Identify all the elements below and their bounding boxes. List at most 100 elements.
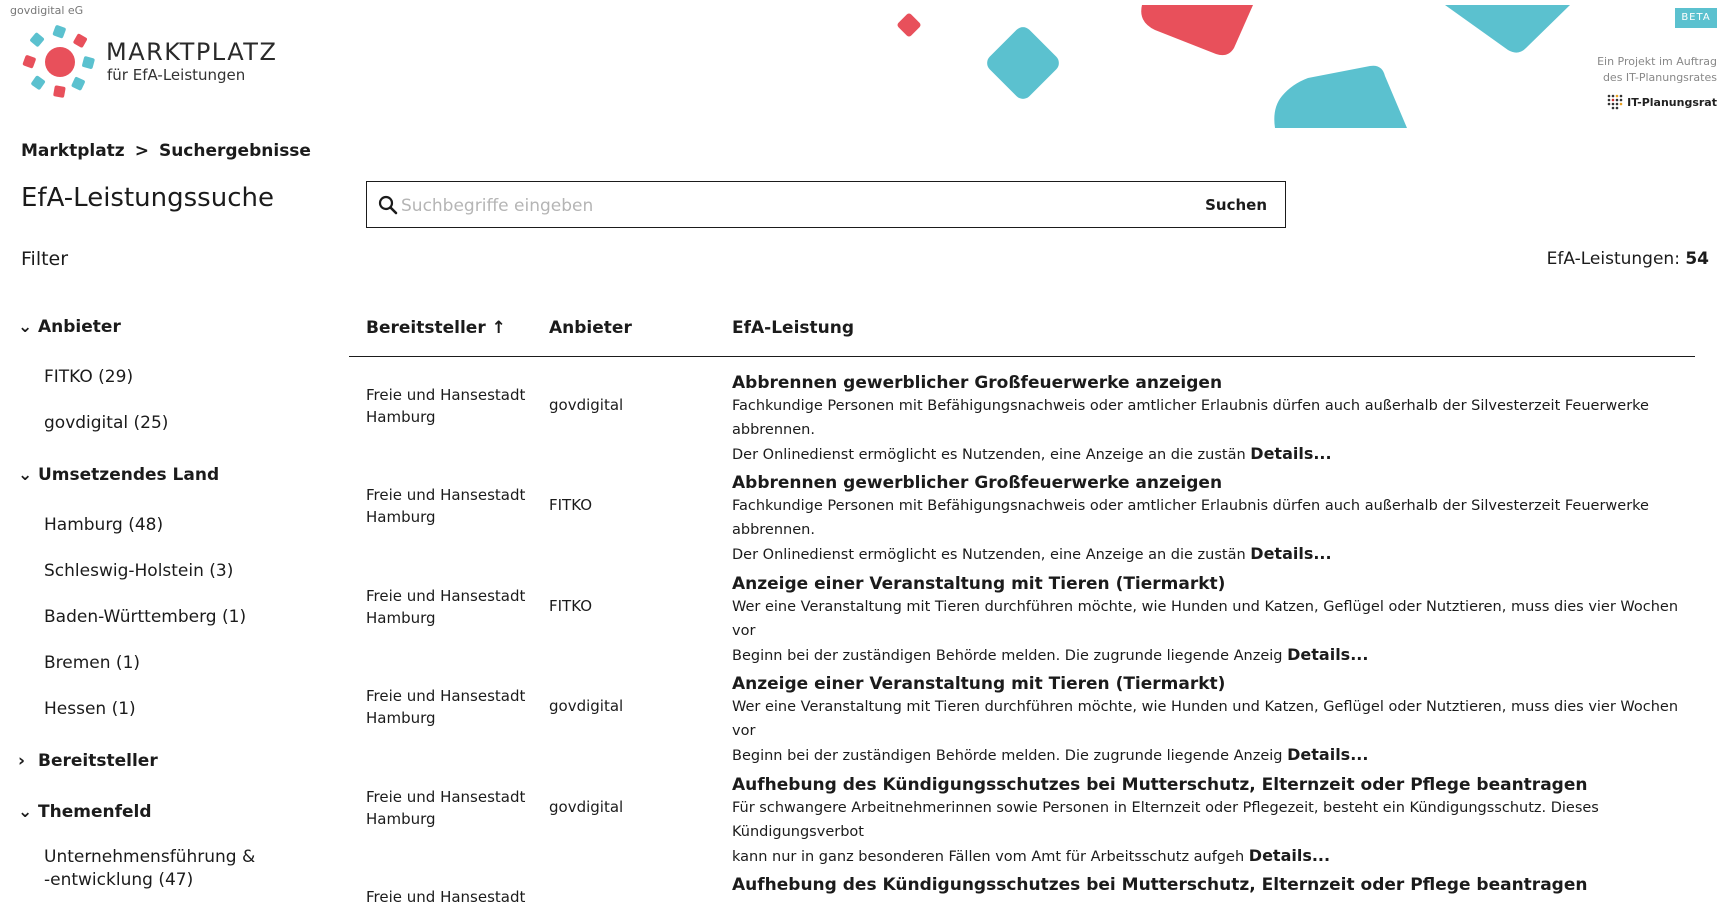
- chevron-down-icon: ⌄: [18, 802, 33, 822]
- details-link[interactable]: Details...: [1249, 846, 1330, 865]
- provider-line: Freie und Hansestadt: [366, 486, 526, 504]
- decorative-shapes: [897, 5, 1407, 128]
- details-link[interactable]: Details...: [1287, 645, 1368, 664]
- result-count: EfA-Leistungen: 54: [1547, 249, 1709, 269]
- description-line: Wer eine Veranstaltung mit Tieren durchf…: [732, 699, 1679, 739]
- description-line: Fachkundige Personen mit Befähigungsnach…: [732, 398, 1649, 438]
- provider-line: Hamburg: [366, 508, 436, 526]
- service-description: Für schwangere Arbeitnehmerinnen sowie P…: [732, 796, 1682, 869]
- cell-bereitsteller: Freie und Hansestadt Hamburg: [366, 484, 526, 528]
- provider-line: Hamburg: [366, 408, 436, 426]
- service-description: Wer eine Veranstaltung mit Tieren durchf…: [732, 595, 1682, 668]
- service-title-link[interactable]: Aufhebung des Kündigungsschutzes bei Mut…: [732, 775, 1587, 795]
- description-line: Der Onlinedienst ermöglicht es Nutzenden…: [732, 547, 1246, 563]
- service-title-link[interactable]: Anzeige einer Veranstaltung mit Tieren (…: [732, 574, 1225, 594]
- column-header-bereitsteller[interactable]: Bereitsteller ↑: [366, 318, 506, 338]
- filter-option[interactable]: Baden-Württemberg (1): [44, 606, 246, 629]
- filter-group-title: Bereitsteller: [38, 751, 158, 771]
- details-link[interactable]: Details...: [1250, 444, 1331, 463]
- filter-group-bereitsteller[interactable]: › Bereitsteller: [18, 751, 158, 771]
- provider-line: Freie und Hansestadt: [366, 587, 526, 605]
- filter-option-line: Unternehmensführung &: [44, 847, 256, 867]
- search-input[interactable]: [399, 191, 1193, 221]
- result-count-label: EfA-Leistungen:: [1546, 249, 1680, 269]
- cell-anbieter: govdigital: [549, 798, 624, 816]
- service-title-link[interactable]: Abbrennen gewerblicher Großfeuerwerke an…: [732, 373, 1222, 393]
- logo-subtitle: für EfA-Leistungen: [107, 66, 246, 84]
- breadcrumb: Marktplatz > Suchergebnisse: [21, 141, 311, 161]
- description-line: Beginn bei der zuständigen Behörde melde…: [732, 748, 1283, 764]
- decorative-shape-blue: [1445, 5, 1570, 53]
- filter-group-title: Umsetzendes Land: [38, 465, 220, 485]
- column-header-label: Bereitsteller: [366, 318, 486, 338]
- filter-group-title: Anbieter: [38, 317, 121, 337]
- cell-anbieter: FITKO: [549, 597, 593, 615]
- filter-group-themenfeld[interactable]: ⌄ Themenfeld: [18, 802, 152, 822]
- description-line: Wer eine Veranstaltung mit Tieren durchf…: [732, 599, 1679, 639]
- filter-group-title: Themenfeld: [38, 802, 152, 822]
- description-line: Für schwangere Arbeitnehmerinnen sowie P…: [732, 800, 1599, 840]
- auftrag-line2: des IT-Planungsrates: [1602, 71, 1717, 84]
- search-button[interactable]: Suchen: [1197, 191, 1275, 219]
- marktplatz-logo-icon[interactable]: [20, 24, 100, 100]
- provider-line: Hamburg: [366, 709, 436, 727]
- service-description: Fachkundige Personen mit Befähigungsnach…: [732, 494, 1682, 567]
- service-description: Wer eine Veranstaltung mit Tieren durchf…: [732, 695, 1682, 768]
- filter-option[interactable]: govdigital (25): [44, 412, 168, 435]
- service-title-link[interactable]: Anzeige einer Veranstaltung mit Tieren (…: [732, 674, 1225, 694]
- service-title-link[interactable]: Aufhebung des Kündigungsschutzes bei Mut…: [732, 875, 1587, 895]
- chevron-down-icon: ⌄: [18, 317, 33, 337]
- filter-heading: Filter: [21, 248, 69, 270]
- breadcrumb-separator-icon: >: [134, 141, 149, 161]
- auftrag-line1: Ein Projekt im Auftrag: [1597, 55, 1717, 68]
- chevron-right-icon: ›: [18, 751, 26, 771]
- cell-anbieter: govdigital: [549, 396, 624, 414]
- cell-bereitsteller: Freie und Hansestadt Hamburg: [366, 384, 526, 428]
- filter-group-umsetzendes-land[interactable]: ⌄ Umsetzendes Land: [18, 465, 219, 485]
- filter-option[interactable]: Unternehmensführung & -entwicklung (47): [44, 846, 255, 892]
- cell-anbieter: govdigital: [549, 697, 624, 715]
- details-link[interactable]: Details...: [1250, 544, 1331, 563]
- auftrag-note: Ein Projekt im Auftrag des IT-Planungsra…: [1517, 54, 1717, 86]
- description-line: Beginn bei der zuständigen Behörde melde…: [732, 648, 1283, 664]
- description-line: Der Onlinedienst ermöglicht es Nutzenden…: [732, 447, 1246, 463]
- breadcrumb-marktplatz[interactable]: Marktplatz: [21, 141, 125, 161]
- provider-line: Hamburg: [366, 810, 436, 828]
- column-header-anbieter[interactable]: Anbieter: [549, 318, 632, 338]
- result-count-value: 54: [1685, 249, 1709, 269]
- it-planungsrat-logo-icon: [1607, 94, 1623, 110]
- table-header-divider: [349, 356, 1695, 357]
- search-icon: [378, 195, 398, 215]
- provider-line: Hamburg: [366, 609, 436, 627]
- cell-bereitsteller: Freie und Hansestadt Hamburg: [366, 585, 526, 629]
- filter-group-anbieter[interactable]: ⌄ Anbieter: [18, 317, 121, 337]
- provider-line: Freie und Hansestadt: [366, 386, 526, 404]
- filter-option[interactable]: Schleswig-Holstein (3): [44, 560, 233, 583]
- cell-anbieter: FITKO: [549, 496, 593, 514]
- search-box: Suchen: [366, 181, 1286, 228]
- it-planungsrat-label: IT-Planungsrat: [1627, 96, 1717, 109]
- filter-option[interactable]: FITKO (29): [44, 366, 133, 389]
- cell-bereitsteller: Freie und Hansestadt: [366, 886, 526, 908]
- chevron-down-icon: ⌄: [18, 465, 33, 485]
- breadcrumb-suchergebnisse[interactable]: Suchergebnisse: [159, 141, 311, 161]
- filter-option-line: -entwicklung (47): [44, 870, 194, 890]
- filter-option[interactable]: Hamburg (48): [44, 514, 163, 537]
- page-title: EfA-Leistungssuche: [21, 183, 274, 213]
- provider-line: Freie und Hansestadt: [366, 888, 526, 906]
- filter-option[interactable]: Bremen (1): [44, 652, 140, 675]
- details-link[interactable]: Details...: [1287, 745, 1368, 764]
- beta-badge: BETA: [1675, 8, 1717, 28]
- cell-bereitsteller: Freie und Hansestadt Hamburg: [366, 685, 526, 729]
- logo-title[interactable]: MARKTPLATZ: [106, 38, 277, 66]
- filter-option[interactable]: Hessen (1): [44, 698, 136, 721]
- column-header-efa-leistung[interactable]: EfA-Leistung: [732, 318, 854, 338]
- sort-arrow-up-icon: ↑: [491, 318, 506, 338]
- provider-line: Freie und Hansestadt: [366, 687, 526, 705]
- service-title-link[interactable]: Abbrennen gewerblicher Großfeuerwerke an…: [732, 473, 1222, 493]
- cell-bereitsteller: Freie und Hansestadt Hamburg: [366, 786, 526, 830]
- description-line: kann nur in ganz besonderen Fällen vom A…: [732, 849, 1245, 865]
- org-name: govdigital eG: [10, 4, 84, 17]
- description-line: Fachkundige Personen mit Befähigungsnach…: [732, 498, 1649, 538]
- service-description: Fachkundige Personen mit Befähigungsnach…: [732, 394, 1682, 467]
